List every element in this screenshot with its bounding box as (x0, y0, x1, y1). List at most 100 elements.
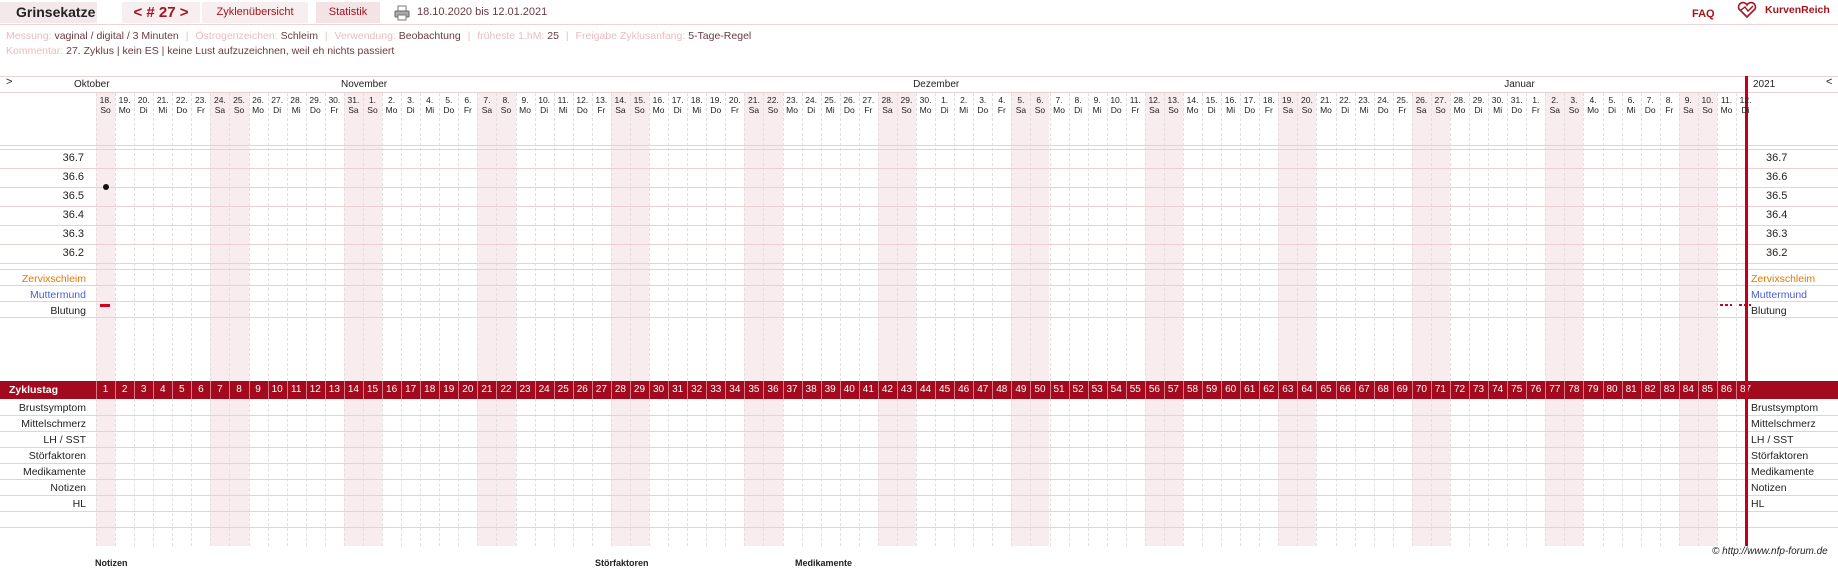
day-header[interactable]: 31. Sa (344, 95, 363, 115)
day-header[interactable]: 4. Mi (420, 95, 439, 115)
day-header[interactable]: 19. Do (706, 95, 725, 115)
day-header[interactable]: 17. Di (668, 95, 687, 115)
day-header[interactable]: 31. Do (1507, 95, 1526, 115)
day-header[interactable]: 7. Sa (477, 95, 496, 115)
day-header[interactable]: 16. Mo (649, 95, 668, 115)
day-header[interactable]: 4. Fr (992, 95, 1011, 115)
day-header[interactable]: 11. Fr (1126, 95, 1145, 115)
day-header[interactable]: 18. Fr (1259, 95, 1278, 115)
previous-arrow[interactable]: > (6, 76, 12, 88)
day-header[interactable]: 3. Do (973, 95, 992, 115)
day-header[interactable]: 12. Di (1736, 95, 1755, 115)
day-header[interactable]: 26. Sa (1412, 95, 1431, 115)
bleeding-mark[interactable] (1719, 304, 1732, 306)
day-header[interactable]: 1. Di (935, 95, 954, 115)
day-header[interactable]: 25. Fr (1393, 95, 1412, 115)
next-arrow[interactable]: < (1826, 76, 1832, 88)
temperature-point[interactable] (102, 183, 109, 190)
day-header[interactable]: 19. Mo (115, 95, 134, 115)
day-header[interactable]: 6. Fr (458, 95, 477, 115)
day-header[interactable]: 28. Mi (287, 95, 306, 115)
day-header[interactable]: 30. Mo (916, 95, 935, 115)
day-header[interactable]: 28. Mo (1450, 95, 1469, 115)
day-header[interactable]: 3. So (1564, 95, 1583, 115)
day-header[interactable]: 2. Mo (382, 95, 401, 115)
day-header[interactable]: 27. Di (268, 95, 287, 115)
day-header[interactable]: 12. Sa (1145, 95, 1164, 115)
day-header[interactable]: 18. So (96, 95, 115, 115)
day-header[interactable]: 2. Sa (1545, 95, 1564, 115)
day-header[interactable]: 8. Di (1069, 95, 1088, 115)
day-header[interactable]: 27. So (1431, 95, 1450, 115)
day-header[interactable]: 23. Fr (191, 95, 210, 115)
day-header[interactable]: 14. Mo (1183, 95, 1202, 115)
day-header[interactable]: 29. Do (306, 95, 325, 115)
day-header[interactable]: 24. Sa (210, 95, 229, 115)
day-header[interactable]: 2. Mi (954, 95, 973, 115)
day-header[interactable]: 8. So (496, 95, 515, 115)
logo-text[interactable]: KurvenReich (1765, 0, 1830, 21)
day-header[interactable]: 25. Mi (821, 95, 840, 115)
day-header[interactable]: 10. So (1698, 95, 1717, 115)
day-header[interactable]: 29. So (897, 95, 916, 115)
day-header[interactable]: 29. Di (1469, 95, 1488, 115)
day-header[interactable]: 26. Do (840, 95, 859, 115)
day-header[interactable]: 22. Di (1336, 95, 1355, 115)
day-header[interactable]: 17. Do (1240, 95, 1259, 115)
day-header[interactable]: 21. Mo (1316, 95, 1335, 115)
day-header[interactable]: 1. So (363, 95, 382, 115)
day-header[interactable]: 22. Do (172, 95, 191, 115)
faq-link[interactable]: FAQ (1692, 4, 1715, 25)
day-header[interactable]: 5. Sa (1011, 95, 1030, 115)
day-header[interactable]: 3. Di (401, 95, 420, 115)
day-header[interactable]: 11. Mo (1717, 95, 1736, 115)
bleeding-mark[interactable] (100, 304, 110, 307)
day-column (1507, 93, 1526, 381)
day-header[interactable]: 28. Sa (878, 95, 897, 115)
day-header[interactable]: 21. Mi (153, 95, 172, 115)
day-header[interactable]: 21. Sa (744, 95, 763, 115)
day-header[interactable]: 18. Mi (687, 95, 706, 115)
day-header[interactable]: 9. Sa (1679, 95, 1698, 115)
day-header[interactable]: 26. Mo (249, 95, 268, 115)
day-header[interactable]: 10. Di (535, 95, 554, 115)
day-header[interactable]: 5. Di (1603, 95, 1622, 115)
day-header[interactable]: 7. Do (1641, 95, 1660, 115)
day-header[interactable]: 8. Fr (1660, 95, 1679, 115)
day-header[interactable]: 22. So (763, 95, 782, 115)
day-header[interactable]: 20. Fr (725, 95, 744, 115)
copyright[interactable]: © http://www.nfp-forum.de (1712, 546, 1828, 557)
day-header[interactable]: 30. Mi (1488, 95, 1507, 115)
day-header[interactable]: 15. Di (1202, 95, 1221, 115)
day-header[interactable]: 23. Mo (783, 95, 802, 115)
day-header[interactable]: 5. Do (439, 95, 458, 115)
day-header[interactable]: 24. Di (802, 95, 821, 115)
day-header[interactable]: 19. Sa (1278, 95, 1297, 115)
day-header[interactable]: 30. Fr (325, 95, 344, 115)
day-header[interactable]: 12. Do (573, 95, 592, 115)
day-header[interactable]: 6. Mi (1622, 95, 1641, 115)
tab-cycle-overview[interactable]: Zyklenübersicht (202, 2, 308, 23)
day-header[interactable]: 13. Fr (592, 95, 611, 115)
day-header[interactable]: 15. So (630, 95, 649, 115)
day-header[interactable]: 14. Sa (611, 95, 630, 115)
day-header[interactable]: 9. Mo (516, 95, 535, 115)
day-header[interactable]: 9. Mi (1088, 95, 1107, 115)
day-header[interactable]: 20. So (1297, 95, 1316, 115)
day-header[interactable]: 25. So (229, 95, 248, 115)
day-header[interactable]: 1. Fr (1526, 95, 1545, 115)
day-header[interactable]: 4. Mo (1583, 95, 1602, 115)
day-header[interactable]: 10. Do (1107, 95, 1126, 115)
day-header[interactable]: 11. Mi (554, 95, 573, 115)
day-header[interactable]: 24. Do (1374, 95, 1393, 115)
day-header[interactable]: 20. Di (134, 95, 153, 115)
printer-icon[interactable] (394, 2, 412, 23)
day-header[interactable]: 7. Mo (1050, 95, 1069, 115)
day-header[interactable]: 6. So (1030, 95, 1049, 115)
tab-statistics[interactable]: Statistik (316, 2, 380, 23)
day-header[interactable]: 23. Mi (1355, 95, 1374, 115)
day-header[interactable]: 13. So (1164, 95, 1183, 115)
day-header[interactable]: 27. Fr (859, 95, 878, 115)
cycle-navigation[interactable]: < # 27 > (122, 2, 200, 23)
day-header[interactable]: 16. Mi (1221, 95, 1240, 115)
